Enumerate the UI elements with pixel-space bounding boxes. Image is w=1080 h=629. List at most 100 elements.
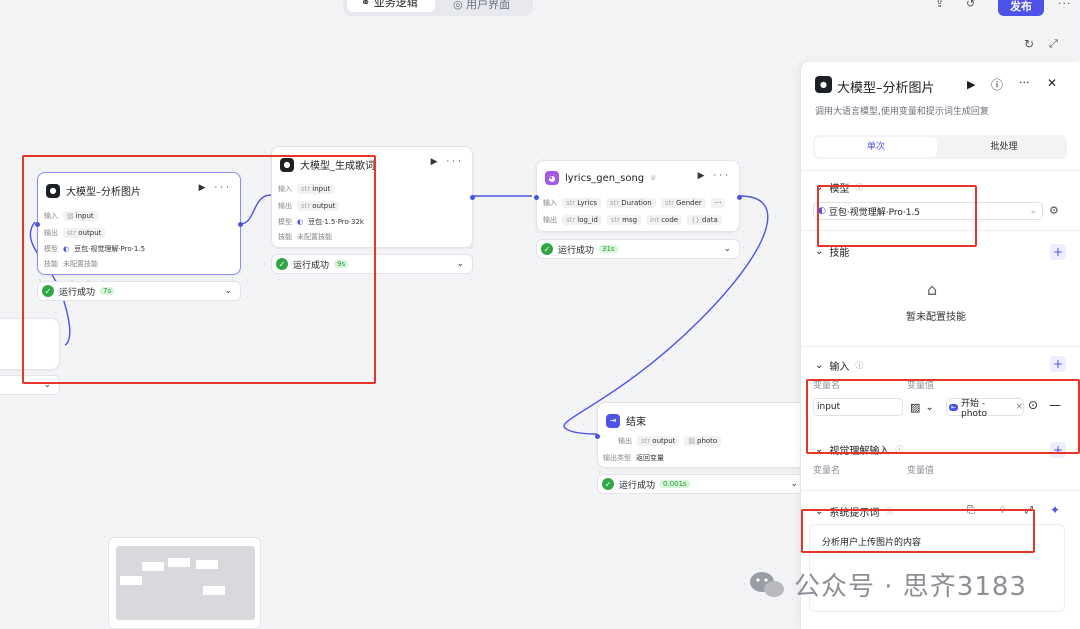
column-header-name: 变量名	[813, 466, 841, 476]
node-model-row: 模型 ◐ 豆包·1.5·Pro·32k	[278, 217, 364, 227]
node-end[interactable]: ⇥ 结束 输出 str output ▨ photo 输出类型 返回变量	[595, 402, 807, 468]
status-text: 运行成功	[59, 287, 96, 298]
node-end-status[interactable]: ✓ 运行成功 0.001s ⌄	[597, 474, 807, 494]
minimap[interactable]	[108, 537, 261, 629]
divider	[801, 230, 1080, 231]
node-actions[interactable]: ▶ ···	[698, 171, 731, 181]
var-type: str	[67, 229, 77, 237]
node-title: 大模型–分析图片	[66, 187, 141, 198]
node-lyrics-gen-song[interactable]: ◕ lyrics_gen_song ♕ ▶ ··· 输入 str Lyrics str…	[534, 160, 742, 232]
column-header-value: 变量值	[907, 466, 935, 476]
node-analyze-image[interactable]: ● 大模型–分析图片 ▶ ··· 输入 ▨ input 输出 str output 模型 ◐…	[35, 172, 243, 275]
remove-icon[interactable]: —	[1049, 398, 1061, 412]
llm-icon: ●	[815, 76, 832, 93]
node-lyrics-gen-song-status[interactable]: ✓ 运行成功 31s ⌄	[536, 239, 740, 259]
output-port[interactable]	[737, 195, 742, 200]
watermark-text: 公众号 · 思齐3183	[794, 572, 1027, 602]
settings-icon[interactable]: ⚙	[1049, 204, 1059, 217]
chevron-down-icon: ⌄	[925, 401, 934, 413]
expand-icon[interactable]: ⤢	[1049, 37, 1058, 51]
var-chip: str Lyrics	[562, 198, 601, 208]
help-icon[interactable]: ⓘ	[991, 76, 1003, 93]
library-icon[interactable]: ⎘	[967, 505, 975, 516]
input-port[interactable]	[595, 434, 600, 439]
bulb-icon[interactable]: ♢	[998, 505, 1007, 516]
section-input[interactable]: ⌄ 输入 ⓘ	[815, 358, 863, 373]
node-title: lyrics_gen_song	[565, 172, 645, 184]
status-text: 运行成功	[619, 480, 656, 491]
close-icon[interactable]: ✕	[1047, 76, 1057, 90]
publish-button[interactable]: 发布	[998, 0, 1044, 16]
var-name: log_id	[577, 216, 598, 224]
minimap-viewport	[116, 546, 255, 620]
more-icon[interactable]: ···	[1058, 0, 1072, 10]
node-model-row: 模型 ◐ 豆包·视觉理解·Pro·1.5	[44, 244, 145, 254]
export-icon[interactable]: ⇪	[935, 0, 944, 10]
refresh-icon[interactable]: ↻	[1024, 37, 1034, 51]
var-chip: str output	[637, 436, 680, 446]
row-label: 模型	[44, 245, 58, 253]
image-type-icon: ▨	[688, 437, 695, 445]
node-actions[interactable]: ▶ ···	[199, 183, 232, 193]
node-settings-panel: ● 大模型–分析图片 ▶ ⓘ ··· ✕ 调用大语言模型,使用变量和提示词生成回…	[800, 62, 1080, 629]
more-chip[interactable]: ···	[710, 198, 726, 208]
node-generate-lyrics[interactable]: ● 大模型_生成歌词 ▶ ··· 输入 str input 输出 str output 模…	[271, 146, 475, 248]
section-title: 技能	[829, 248, 850, 259]
model-select[interactable]: ◐ 豆包·视觉理解·Pro·1.5 ⌄	[813, 202, 1043, 220]
var-chip: str input	[297, 184, 335, 194]
model-name: 豆包·视觉理解·Pro·1.5	[74, 245, 146, 253]
var-type: str	[566, 216, 576, 224]
var-chip: str Gender	[660, 198, 706, 208]
node-output-row: 输出 str output	[278, 201, 340, 211]
tab-batch[interactable]: 批处理	[943, 137, 1065, 157]
tab-single[interactable]: 单次	[815, 137, 937, 157]
minimap-node	[120, 576, 142, 585]
var-type: str	[610, 199, 620, 207]
divider	[801, 170, 1080, 171]
input-reference-value: 开始 - photo	[961, 398, 987, 419]
system-prompt-text: 分析用户上传图片的内容	[822, 538, 922, 548]
node-input-row: 输入 str input	[278, 184, 335, 194]
input-name-field[interactable]: input	[813, 398, 903, 416]
history-icon[interactable]: ↺	[966, 0, 975, 10]
expand-icon[interactable]: ⤢	[1025, 505, 1033, 516]
var-name: msg	[622, 216, 638, 224]
clear-icon[interactable]: ×	[1015, 402, 1023, 412]
var-name: output	[652, 437, 676, 445]
more-icon[interactable]: ···	[1019, 76, 1030, 89]
badge-icon: ♕	[650, 174, 657, 182]
node-analyze-image-status[interactable]: ✓ 运行成功 7s ⌄	[37, 281, 241, 301]
section-skill[interactable]: ⌄ 技能	[815, 244, 849, 259]
add-vision-input-button[interactable]: +	[1050, 442, 1066, 458]
chevron-down-icon: ⌄	[790, 479, 798, 489]
play-icon[interactable]: ▶	[967, 78, 975, 91]
output-port[interactable]	[238, 222, 243, 227]
input-reference-select[interactable]: ⇤ 开始 - photo ×	[946, 398, 1024, 419]
section-vision-input[interactable]: ⌄ 视觉理解输入 ⓘ	[815, 442, 903, 457]
var-type: str	[664, 199, 674, 207]
var-type: str	[566, 199, 576, 207]
node-actions[interactable]: ▶ ···	[431, 157, 464, 167]
divider	[801, 346, 1080, 347]
type-select[interactable]: ▨ ⌄	[907, 398, 943, 416]
end-icon: ⇥	[606, 413, 620, 428]
section-model[interactable]: ⌄ 模型 ⓘ	[815, 180, 863, 195]
input-port[interactable]	[35, 222, 40, 227]
add-skill-button[interactable]: +	[1050, 244, 1066, 260]
section-system-prompt[interactable]: ⌄ 系统提示词 ⓘ	[815, 504, 893, 519]
sparkle-icon[interactable]: ✦	[1050, 503, 1060, 517]
run-mode-tabs: 单次 批处理	[813, 135, 1067, 159]
skill-value: 未配置技能	[297, 233, 332, 241]
input-port[interactable]	[534, 195, 539, 200]
type-value: 返回变量	[636, 454, 664, 462]
divider	[801, 490, 1080, 491]
node-generate-lyrics-status[interactable]: ✓ 运行成功 9s ⌄	[271, 254, 473, 274]
target-icon[interactable]: ⊙	[1028, 398, 1038, 412]
add-input-button[interactable]: +	[1050, 356, 1066, 372]
column-header-value: 变量值	[907, 381, 935, 391]
start-node-partial[interactable]	[0, 318, 60, 370]
output-port[interactable]	[470, 195, 475, 200]
var-name: Gender	[675, 199, 702, 207]
chevron-down-icon: ⌄	[456, 259, 464, 269]
connection-lines	[29, 194, 769, 435]
